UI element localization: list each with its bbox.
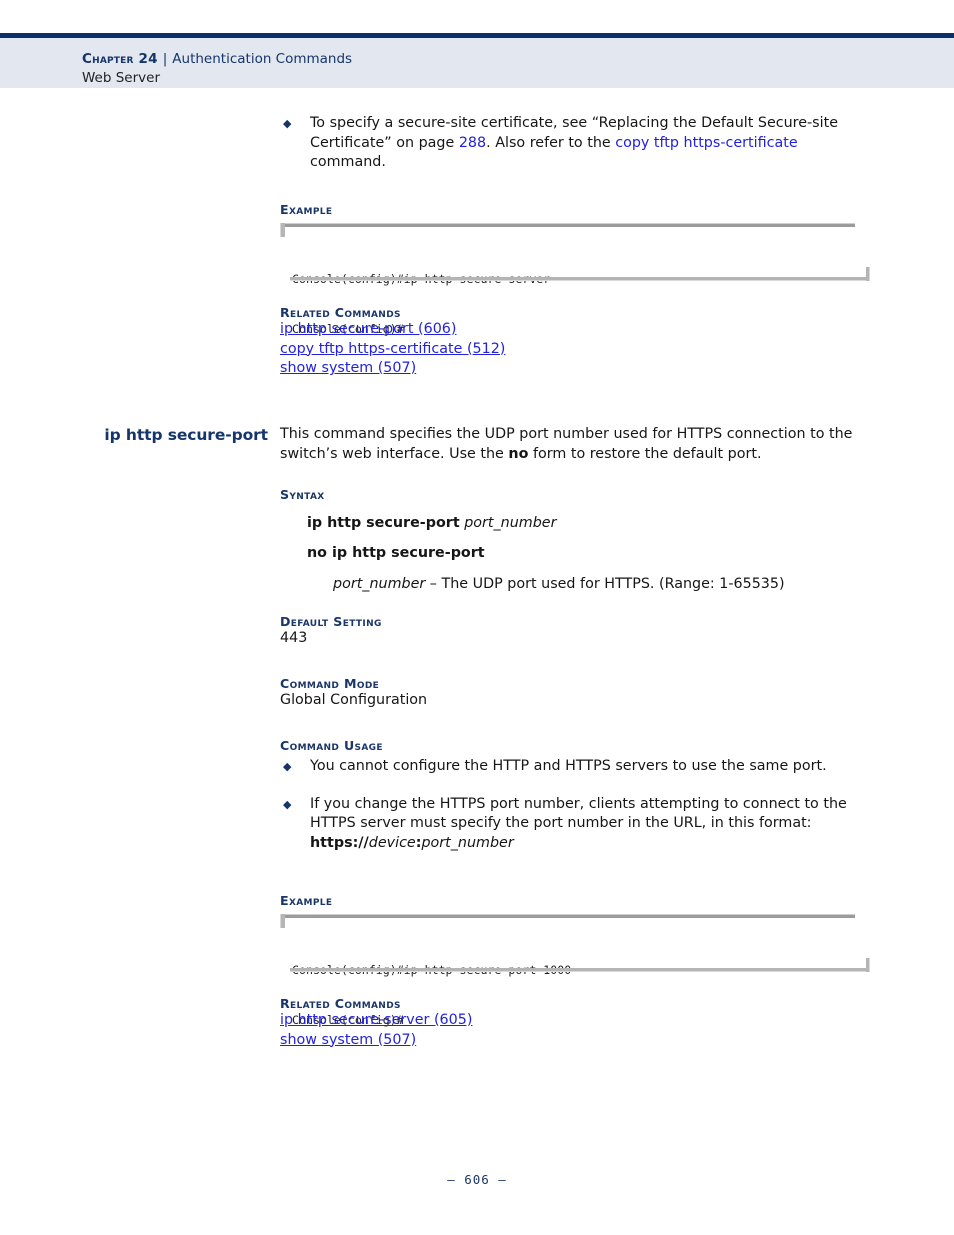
- page-number: – 606 –: [447, 1172, 507, 1187]
- header-chapter-line: Chapter 24 | Authentication Commands: [82, 51, 352, 67]
- command-mode-section: Command Mode Global Configuration: [280, 676, 870, 711]
- console-output-1: Console(config)#ip http secure-server Co…: [280, 223, 870, 336]
- section-heading-command-usage: Command Usage: [280, 738, 383, 753]
- command-usage-bullet-1-text: You cannot configure the HTTP and HTTPS …: [310, 758, 827, 774]
- top-bullet-block: ◆ To specify a secure-site certificate, …: [280, 114, 870, 173]
- syntax-argument-description: port_number – The UDP port used for HTTP…: [280, 575, 870, 595]
- top-bullet-text-2: . Also refer to the: [486, 134, 616, 151]
- console-bottom-rule: [290, 968, 868, 972]
- top-bullet-text-3: command.: [310, 154, 386, 170]
- list-item: ◆ If you change the HTTPS port number, c…: [280, 795, 870, 854]
- default-setting-section: Default Setting 443: [280, 614, 870, 649]
- header-separator: |: [162, 51, 168, 67]
- page-reference-link[interactable]: 288: [459, 135, 486, 151]
- console-left-rule: [280, 223, 285, 237]
- related-command-link[interactable]: ip http secure-port (606): [280, 320, 870, 340]
- section-heading-syntax: Syntax: [280, 487, 325, 502]
- related-commands-1: Related Commands ip http secure-port (60…: [280, 305, 870, 379]
- section-heading-example-1: Example: [280, 202, 333, 217]
- console-top-rule: [280, 223, 855, 227]
- list-item: ◆ You cannot configure the HTTP and HTTP…: [280, 757, 870, 777]
- page-header-band: Chapter 24 | Authentication Commands Web S…: [0, 33, 954, 88]
- example-2-heading-wrap: Example: [280, 893, 870, 908]
- diamond-bullet-icon: ◆: [283, 797, 292, 811]
- syntax-argument-name: port_number: [333, 576, 426, 592]
- command-mode-value: Global Configuration: [280, 692, 428, 708]
- console-left-rule: [280, 914, 285, 928]
- section-heading-related-1: Related Commands: [280, 305, 401, 320]
- command-usage-section: Command Usage ◆ You cannot configure the…: [280, 738, 870, 853]
- url-port-italic: port_number: [421, 834, 514, 851]
- diamond-bullet-icon: ◆: [283, 117, 292, 130]
- syntax-argument-text: – The UDP port used for HTTPS. (Range: 1…: [425, 576, 785, 592]
- syntax-form-1: ip http secure-port port_number: [280, 514, 870, 534]
- related-command-link[interactable]: show system (507): [280, 1031, 870, 1051]
- command-description-text: This command specifies the UDP port numb…: [280, 425, 870, 464]
- syntax-form-1-command: ip http secure-port: [307, 515, 460, 531]
- section-heading-related-2: Related Commands: [280, 996, 401, 1011]
- command-description-part-2: form to restore the default port.: [528, 445, 762, 462]
- section-heading-command-mode: Command Mode: [280, 676, 380, 691]
- command-description: This command specifies the UDP port numb…: [280, 425, 870, 464]
- diamond-bullet-icon: ◆: [283, 760, 292, 773]
- console-right-rule: [866, 958, 870, 972]
- console-bottom-rule: [290, 277, 868, 281]
- command-usage-bullet-2-text: If you change the HTTPS port number, cli…: [310, 795, 847, 832]
- console-right-rule: [866, 267, 870, 281]
- syntax-section: Syntax ip http secure-port port_number n…: [280, 487, 870, 595]
- command-description-bold: no: [508, 445, 529, 462]
- related-command-link[interactable]: ip http secure-server (605): [280, 1011, 870, 1031]
- syntax-form-1-argument: port_number: [464, 515, 557, 531]
- url-scheme-bold: https://: [310, 834, 369, 851]
- header-chapter-label: Chapter 24: [82, 51, 158, 67]
- section-heading-example-2: Example: [280, 893, 333, 908]
- page-title: ip http secure-port: [104, 426, 268, 444]
- related-command-link[interactable]: show system (507): [280, 359, 870, 379]
- example-1-heading-wrap: Example: [280, 202, 870, 217]
- syntax-form-2: no ip http secure-port: [280, 544, 870, 564]
- list-item: ◆ To specify a secure-site certificate, …: [280, 114, 870, 173]
- header-chapter-title: Authentication Commands: [172, 51, 353, 67]
- related-command-link[interactable]: copy tftp https-certificate (512): [280, 340, 870, 360]
- default-setting-value: 443: [280, 630, 308, 646]
- url-device-italic: device: [368, 834, 416, 851]
- page-footer: – 606 –: [0, 1172, 954, 1187]
- console-output-2: Console(config)#ip http secure-port 1000…: [280, 914, 870, 1027]
- header-section-title: Web Server: [82, 70, 160, 86]
- command-reference-link[interactable]: copy tftp https-certificate: [615, 135, 797, 151]
- console-top-rule: [280, 914, 855, 918]
- related-commands-2: Related Commands ip http secure-server (…: [280, 996, 870, 1050]
- section-heading-default-setting: Default Setting: [280, 614, 382, 629]
- syntax-form-2-command: no ip http secure-port: [307, 544, 485, 561]
